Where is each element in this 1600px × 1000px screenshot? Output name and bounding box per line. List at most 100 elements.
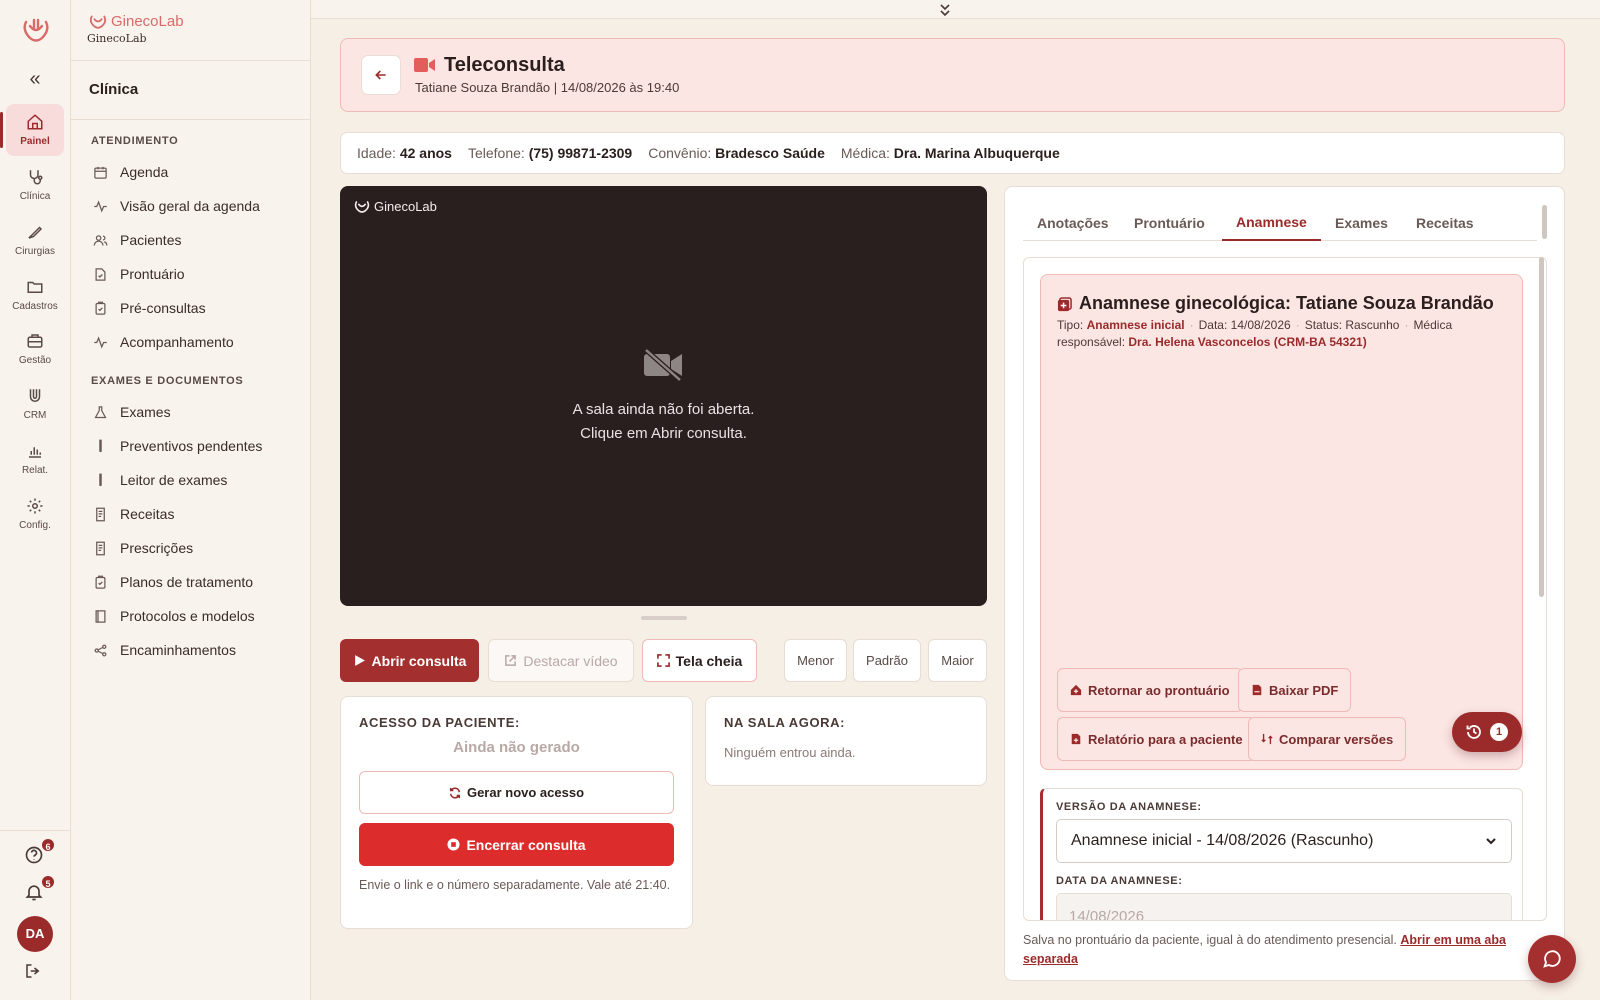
rail-item-label: Cadastros (12, 301, 58, 312)
room-empty-text: Ninguém entrou ainda. (724, 745, 856, 760)
chevrons-down-icon[interactable] (939, 3, 951, 17)
rail-item-painel[interactable]: Painel (0, 104, 64, 156)
sidebar-item-preventivos[interactable]: Preventivos pendentes (93, 434, 262, 458)
patient-report-button[interactable]: Relatório para a paciente (1057, 717, 1256, 761)
brand-logo-icon[interactable] (18, 14, 54, 46)
open-consultation-button[interactable]: Abrir consulta (340, 639, 479, 682)
video-camera-icon (414, 57, 436, 73)
anamnese-date-field[interactable]: 14/08/2026 (1056, 893, 1512, 920)
sidebar-item-pre-consultas[interactable]: Pré-consultas (93, 296, 206, 320)
save-note: Salva no prontuário da paciente, igual à… (1023, 933, 1506, 966)
generate-access-button[interactable]: Gerar novo acesso (359, 771, 674, 814)
sidebar-item-leitor-exames[interactable]: Leitor de exames (93, 468, 227, 492)
sidebar-item-planos[interactable]: Planos de tratamento (93, 570, 253, 594)
rail-item-relat[interactable]: Relat. (6, 433, 64, 485)
receipt-icon (96, 541, 105, 555)
brand[interactable]: GinecoLab GinecoLab (87, 12, 184, 46)
chat-button[interactable] (1528, 935, 1576, 983)
records-tabs: Anotações Prontuário Anamnese Exames Rec… (1023, 205, 1537, 241)
tab-anamnese[interactable]: Anamnese (1222, 205, 1321, 241)
sidebar-item-prescricoes[interactable]: Prescrições (93, 536, 193, 560)
tab-anotacoes[interactable]: Anotações (1023, 205, 1123, 241)
brand-logo-icon (89, 15, 107, 29)
rail-item-cadastros[interactable]: Cadastros (6, 269, 64, 321)
rail-item-gestao[interactable]: Gestão (6, 323, 64, 375)
sidebar-item-label: Prontuário (120, 266, 185, 282)
sidebar-item-acompanhamento[interactable]: Acompanhamento (93, 330, 234, 354)
activity-icon (94, 199, 107, 213)
access-status: Ainda não gerado (453, 739, 580, 756)
rail-item-label: Config. (19, 520, 51, 531)
play-icon (354, 655, 365, 666)
tab-prontuario[interactable]: Prontuário (1120, 205, 1219, 241)
logout-icon (26, 964, 40, 978)
tabs-scrollbar[interactable] (1542, 205, 1547, 239)
info-doctor: Médica: Dra. Marina Albuquerque (840, 145, 1060, 161)
clipboard-check-icon (95, 575, 106, 589)
calendar-icon (94, 166, 107, 179)
sidebar-item-visao-geral[interactable]: Visão geral da agenda (93, 194, 260, 218)
sidebar-item-label: Prescrições (120, 540, 194, 556)
end-consultation-button[interactable]: Encerrar consulta (359, 823, 674, 866)
rail-item-clinica[interactable]: Clínica (6, 159, 64, 211)
history-icon (1466, 725, 1481, 739)
avatar[interactable]: DA (17, 916, 53, 952)
page-subtitle: Tatiane Souza Brandão | 14/08/2026 às 19… (415, 80, 680, 95)
content-scrollbar[interactable] (1539, 257, 1544, 597)
compare-versions-button[interactable]: Comparar versões (1248, 717, 1407, 761)
activity-icon (94, 335, 107, 349)
sidebar-item-label: Preventivos pendentes (120, 438, 263, 454)
detach-video-button[interactable]: Destacar vídeo (488, 639, 634, 682)
sidebar-item-label: Exames (120, 404, 171, 420)
sidebar-item-exames[interactable]: Exames (93, 400, 171, 424)
sidebar-item-agenda[interactable]: Agenda (93, 160, 168, 184)
rail-item-label: Clínica (19, 191, 51, 202)
notifications-button[interactable]: 5 (24, 874, 56, 904)
rail-item-config[interactable]: Config. (6, 488, 64, 540)
file-pdf-icon (1252, 684, 1262, 696)
tab-exames[interactable]: Exames (1321, 205, 1402, 241)
size-default-button[interactable]: Padrão (853, 639, 921, 682)
tab-receitas[interactable]: Receitas (1402, 205, 1488, 241)
rail-item-label: Relat. (21, 465, 49, 476)
brand-logo-icon (354, 201, 370, 213)
anamnese-title: Anamnese ginecológica: Tatiane Souza Bra… (1079, 293, 1494, 313)
arrow-left-icon (375, 70, 386, 80)
rail-item-crm[interactable]: CRM (6, 378, 64, 430)
download-pdf-button[interactable]: Baixar PDF (1238, 668, 1352, 712)
collapse-sidebar-icon[interactable]: « (24, 68, 46, 90)
chat-bubble-icon (1543, 950, 1561, 968)
sidebar-item-prontuario[interactable]: Prontuário (93, 262, 185, 286)
history-count-badge: 1 (1490, 723, 1508, 741)
version-history-button[interactable]: 1 (1452, 712, 1522, 752)
size-larger-button[interactable]: Maior (928, 639, 987, 682)
anamnese-scroll-area: Anamnese ginecológica: Tatiane Souza Bra… (1023, 257, 1547, 921)
gear-icon (27, 498, 43, 514)
back-button[interactable] (361, 55, 401, 95)
sidebar-item-label: Visão geral da agenda (120, 198, 260, 214)
version-select[interactable]: Anamnese inicial - 14/08/2026 (Rascunho) (1056, 819, 1512, 863)
help-button[interactable]: 6 (24, 837, 56, 867)
patient-access-card: ACESSO DA PACIENTE: Ainda não gerado Ger… (340, 696, 693, 929)
fullscreen-button[interactable]: Tela cheia (642, 639, 757, 682)
sidebar-item-encaminhamentos[interactable]: Encaminhamentos (93, 638, 236, 662)
size-smaller-button[interactable]: Menor (784, 639, 847, 682)
flask-icon (94, 405, 107, 418)
rail-item-label: CRM (23, 410, 47, 421)
sidebar-item-protocolos[interactable]: Protocolos e modelos (93, 604, 255, 628)
sidebar-item-receitas[interactable]: Receitas (93, 502, 174, 526)
page-title: Teleconsulta (444, 54, 565, 76)
back-to-record-button[interactable]: Retornar ao prontuário (1057, 668, 1243, 712)
sidebar-item-label: Pacientes (120, 232, 182, 248)
rail-item-cirurgias[interactable]: Cirurgias (6, 214, 64, 266)
logout-button[interactable] (24, 962, 46, 984)
fullscreen-icon (656, 654, 670, 667)
external-link-icon (505, 655, 517, 666)
video-logo: GinecoLab (352, 198, 437, 214)
sidebar: GinecoLab GinecoLab Clínica ATENDIMENTO … (71, 0, 311, 1000)
section-exames-documentos: EXAMES E DOCUMENTOS (91, 375, 244, 387)
sidebar-item-pacientes[interactable]: Pacientes (93, 228, 181, 252)
sidebar-item-label: Encaminhamentos (120, 642, 236, 658)
room-status-card: NA SALA AGORA: Ninguém entrou ainda. (705, 696, 987, 786)
resize-handle[interactable] (641, 616, 687, 620)
